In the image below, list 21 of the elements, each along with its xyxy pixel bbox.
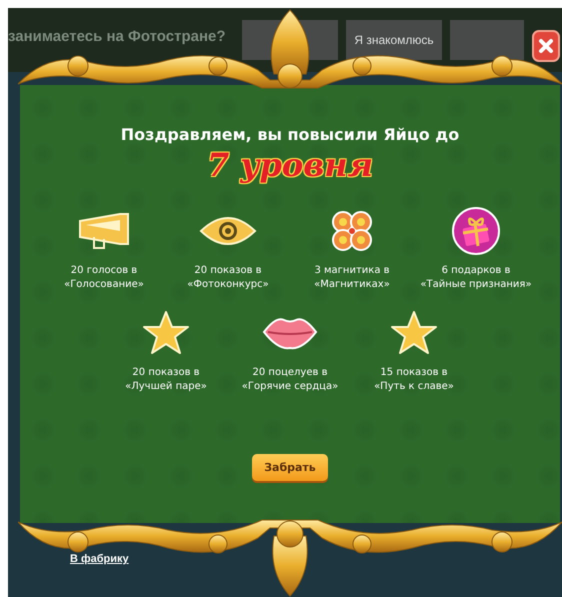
dialog-title: Поздравляем, вы повысили Яйцо до (120, 125, 460, 144)
reward-text: 3 магнитика в «Магнитиках» (314, 264, 390, 292)
star-icon (142, 310, 190, 356)
reward-text: 20 показов в «Лучшей паре» (125, 366, 207, 394)
friends-factory-link[interactable]: В фабрику (70, 553, 129, 565)
reward-text: 20 показов в «Фотоконкурс» (187, 264, 269, 292)
reward-text: 6 подарков в «Тайные признания» (420, 264, 532, 292)
reward-text: 15 показов в «Путь к славе» (374, 366, 454, 394)
level-heading: 7 уровня (206, 146, 374, 184)
lips-icon (262, 316, 318, 350)
reward-text: 20 голосов в «Голосование» (64, 264, 144, 292)
close-button[interactable] (532, 30, 560, 62)
clover-icon (329, 208, 375, 254)
close-icon (538, 38, 554, 54)
header-button[interactable]: Я знакомлюсь (346, 20, 442, 60)
claim-button[interactable]: Забрать (252, 454, 328, 481)
gift-icon (451, 206, 501, 256)
megaphone-icon (76, 211, 132, 251)
star-icon (390, 310, 438, 356)
reward-text: 20 поцелуев в «Горячие сердца» (242, 366, 338, 394)
header-title: занимаетесь на Фотостране? (8, 28, 227, 45)
